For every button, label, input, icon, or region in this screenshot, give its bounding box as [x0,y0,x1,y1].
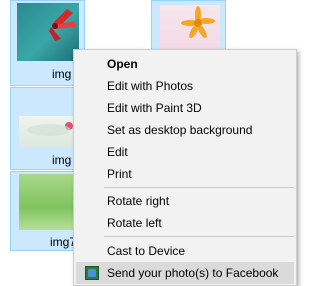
menu-item-rotate-right[interactable]: Rotate right [74,190,296,212]
menu-item-set-desktop-background[interactable]: Set as desktop background [74,119,296,141]
file-tile-4[interactable]: img7 [10,171,76,251]
menu-item-edit[interactable]: Edit [74,141,296,163]
flower-thumbnail-icon [27,122,73,136]
file-tile-3[interactable]: img [10,87,74,170]
menu-item-label: Send your photo(s) to Facebook [107,266,279,280]
menu-item-edit-with-paint-3d[interactable]: Edit with Paint 3D [74,97,296,119]
file-name-label: img [52,67,72,81]
facebook-share-icon [85,266,99,280]
menu-item-send-to-facebook[interactable]: Send your photo(s) to Facebook [76,262,294,284]
menu-item-rotate-left[interactable]: Rotate left [74,212,296,234]
image-thumbnail [160,5,220,50]
flower-thumbnail-icon [181,6,215,39]
menu-item-edit-with-photos[interactable]: Edit with Photos [74,75,296,97]
menu-separator [104,236,294,237]
menu-item-open[interactable]: Open [74,53,296,75]
file-tile-2[interactable] [151,0,226,53]
flower-thumbnail-icon [49,9,75,41]
image-thumbnail [17,3,79,61]
image-thumbnail [19,116,73,148]
menu-separator [104,187,294,188]
menu-item-cast-to-device[interactable]: Cast to Device [74,240,296,262]
context-menu: Open Edit with Photos Edit with Paint 3D… [73,49,297,286]
image-thumbnail [19,174,73,230]
file-name-label: img [52,153,72,167]
menu-item-print[interactable]: Print [74,163,296,185]
